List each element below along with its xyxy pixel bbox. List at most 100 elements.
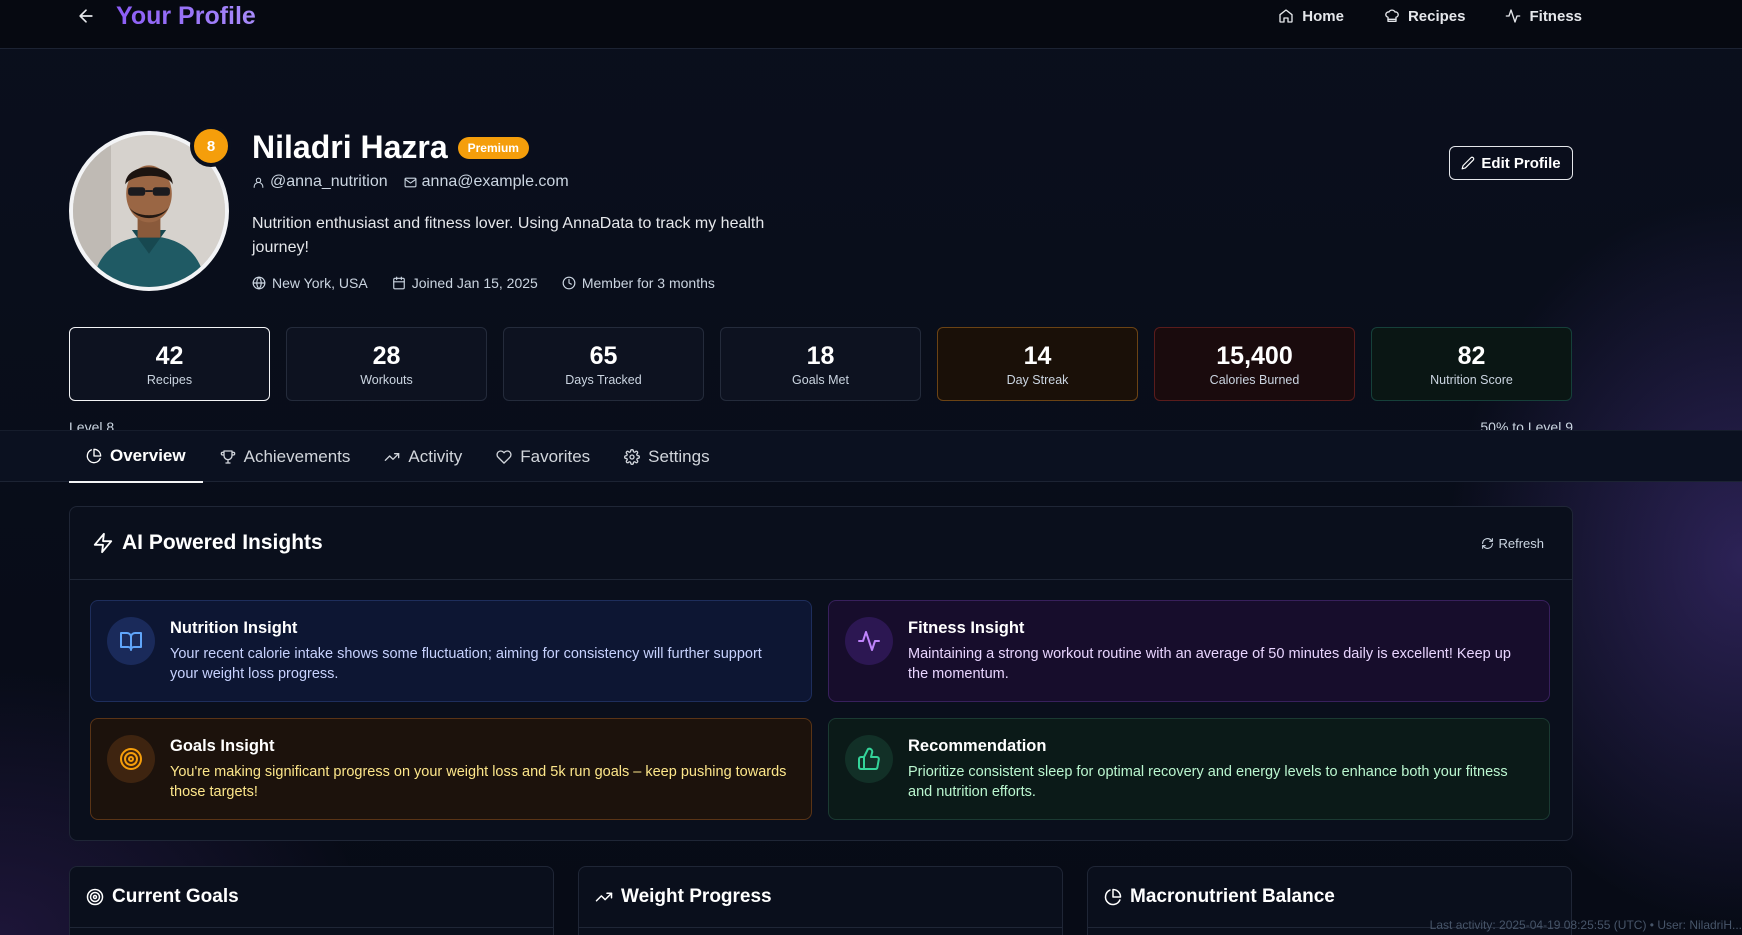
calendar-icon <box>392 276 405 290</box>
lightning-icon <box>93 532 113 554</box>
tab-label: Settings <box>648 447 710 466</box>
trophy-icon <box>220 450 235 464</box>
tab-label: Favorites <box>520 447 591 466</box>
tab-label: Activity <box>408 447 463 466</box>
top-navbar: Your Profile Home Recipes Fitness <box>0 0 1742 49</box>
bio: Nutrition enthusiast and fitness lover. … <box>252 215 765 256</box>
home-icon <box>1279 9 1293 23</box>
joined-date: Joined Jan 15, 2025 <box>392 275 538 291</box>
nav-link-label: Fitness <box>1529 7 1582 25</box>
stat-goals-met[interactable]: 18 Goals Met <box>720 327 921 401</box>
stat-label: Recipes <box>146 373 193 387</box>
weight-progress-card: Weight Progress <box>578 866 1063 935</box>
recommendation-card: Recommendation Prioritize consistent sle… <box>828 718 1550 820</box>
nav-link-home[interactable]: Home <box>1278 8 1344 25</box>
joined-text: Joined Jan 15, 2025 <box>411 275 538 291</box>
current-goals-card: Current Goals <box>69 866 554 935</box>
pie-chart-icon <box>1104 888 1122 906</box>
stat-value: 82 <box>1457 342 1486 370</box>
tab-settings[interactable]: Settings <box>607 431 726 483</box>
section-title: Macronutrient Balance <box>1130 886 1335 907</box>
insight-title: Fitness Insight <box>908 619 1025 637</box>
stat-value: 15,400 <box>1216 342 1293 370</box>
member-duration: Member for 3 months <box>562 275 715 291</box>
nav-link-label: Home <box>1302 7 1344 25</box>
stat-value: 14 <box>1023 342 1052 370</box>
edit-profile-label: Edit Profile <box>1481 154 1561 172</box>
goals-insight-card: Goals Insight You're making significant … <box>90 718 812 820</box>
last-activity-note: Last activity: 2025-04-19 08:25:55 (UTC)… <box>1429 918 1742 932</box>
thumbs-up-icon <box>858 747 880 770</box>
stat-calories-burned[interactable]: 15,400 Calories Burned <box>1154 327 1355 401</box>
back-button[interactable] <box>76 6 96 26</box>
refresh-button[interactable]: Refresh <box>1481 536 1544 551</box>
section-title: Current Goals <box>112 886 239 907</box>
user-name: Niladri Hazra <box>252 129 448 165</box>
stat-day-streak[interactable]: 14 Day Streak <box>937 327 1138 401</box>
fitness-insight-card: Fitness Insight Maintaining a strong wor… <box>828 600 1550 702</box>
tab-activity[interactable]: Activity <box>367 431 479 483</box>
gear-icon <box>624 449 641 465</box>
location-text: New York, USA <box>272 275 368 291</box>
arrow-left-icon <box>79 9 93 23</box>
chef-hat-icon <box>1385 9 1399 22</box>
insight-body: Maintaining a strong workout routine wit… <box>908 646 1511 682</box>
email-text: anna@example.com <box>421 173 569 190</box>
activity-icon <box>1506 9 1521 23</box>
insight-title: Nutrition Insight <box>170 619 298 637</box>
trending-up-icon <box>595 892 613 902</box>
mail-icon <box>404 177 417 187</box>
level-badge: 8 <box>190 125 232 167</box>
insight-title: Goals Insight <box>170 737 275 755</box>
stat-label: Goals Met <box>792 373 849 387</box>
tab-label: Achievements <box>243 447 351 466</box>
nav-link-recipes[interactable]: Recipes <box>1384 7 1466 25</box>
stat-value: 28 <box>372 342 401 370</box>
stat-recipes[interactable]: 42 Recipes <box>69 327 270 401</box>
stat-label: Nutrition Score <box>1430 373 1513 387</box>
nav-link-label: Recipes <box>1407 7 1466 25</box>
stat-value: 65 <box>589 342 618 370</box>
premium-badge: Premium <box>457 136 529 159</box>
stat-value: 18 <box>806 342 835 370</box>
stat-days-tracked[interactable]: 65 Days Tracked <box>503 327 704 401</box>
insight-body: You're making significant progress on yo… <box>170 764 787 800</box>
user-icon <box>253 177 264 188</box>
tab-label: Overview <box>110 446 186 465</box>
globe-icon <box>252 276 266 290</box>
stat-workouts[interactable]: 28 Workouts <box>286 327 487 401</box>
insights-title: AI Powered Insights <box>122 531 323 554</box>
section-title: Weight Progress <box>621 886 772 907</box>
page-title: Your Profile <box>116 1 256 30</box>
target-icon <box>86 888 104 906</box>
clock-icon <box>562 276 576 290</box>
location: New York, USA <box>252 275 368 291</box>
tab-overview[interactable]: Overview <box>69 431 203 483</box>
target-icon <box>120 748 142 770</box>
stats-row: 42 Recipes 28 Workouts 65 Days Tracked 1… <box>69 327 1572 401</box>
trending-up-icon <box>385 453 400 461</box>
nav-link-fitness[interactable]: Fitness <box>1505 8 1582 25</box>
edit-profile-button[interactable]: Edit Profile <box>1449 146 1573 180</box>
book-open-icon <box>120 632 142 651</box>
activity-icon <box>858 631 880 651</box>
stat-nutrition-score[interactable]: 82 Nutrition Score <box>1371 327 1572 401</box>
stat-label: Day Streak <box>1006 373 1069 387</box>
insight-title: Recommendation <box>908 737 1047 755</box>
stat-label: Calories Burned <box>1209 373 1300 387</box>
refresh-label: Refresh <box>1498 535 1544 551</box>
member-duration-text: Member for 3 months <box>581 275 715 291</box>
stat-label: Workouts <box>360 373 413 387</box>
stat-label: Days Tracked <box>565 373 642 387</box>
pencil-icon <box>1461 156 1475 170</box>
username: @anna_nutrition <box>252 173 388 191</box>
insight-body: Your recent calorie intake shows some fl… <box>170 646 762 682</box>
insight-body: Prioritize consistent sleep for optimal … <box>908 764 1508 800</box>
pie-chart-icon <box>86 448 102 464</box>
ai-insights-panel: AI Powered Insights Refresh Nutrition In… <box>69 506 1573 841</box>
tab-favorites[interactable]: Favorites <box>479 431 607 483</box>
stat-value: 42 <box>155 342 184 370</box>
tabs-bar: Overview Achievements Activity Favorites… <box>0 430 1742 483</box>
heart-icon <box>496 450 512 464</box>
tab-achievements[interactable]: Achievements <box>203 431 368 483</box>
